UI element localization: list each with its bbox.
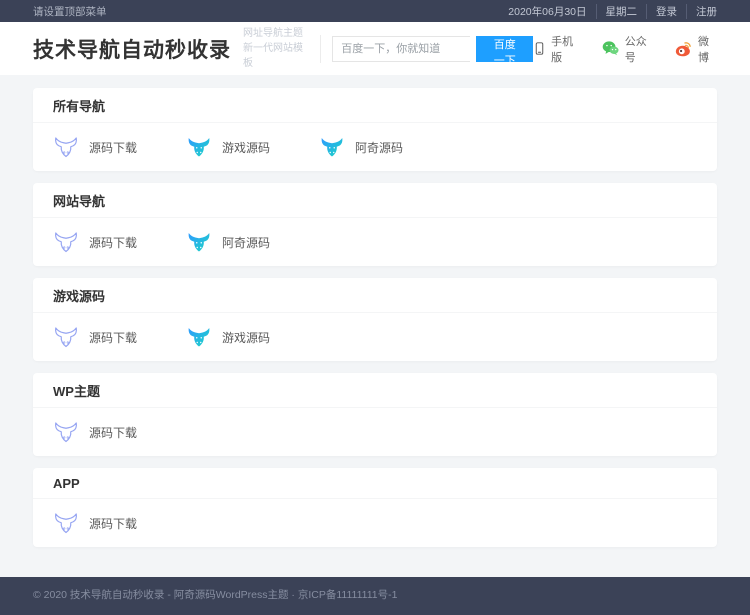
nav-item[interactable]: 阿奇源码 <box>319 133 452 161</box>
wechat-label: 公众号 <box>625 33 654 65</box>
nav-item[interactable]: 源码下载 <box>53 323 186 351</box>
section-title: 游戏源码 <box>33 278 717 313</box>
section-title: APP <box>33 468 717 499</box>
nav-item[interactable]: 源码下载 <box>53 133 186 161</box>
nav-section: 网站导航 源码下载 阿奇源码 <box>33 183 717 266</box>
nav-item-label: 源码下载 <box>89 234 137 251</box>
site-title: 技术导航自动秒收录 <box>33 34 231 64</box>
nav-item[interactable]: 源码下载 <box>53 509 186 537</box>
mobile-phone-icon <box>533 40 546 57</box>
bull-outline-icon <box>53 135 79 159</box>
nav-section: APP 源码下载 <box>33 468 717 547</box>
bull-outline-icon <box>53 325 79 349</box>
bull-outline-icon <box>53 420 79 444</box>
nav-item-label: 源码下载 <box>89 139 137 156</box>
bull-outline-icon <box>53 230 79 254</box>
bull-outline-icon <box>53 511 79 535</box>
nav-item[interactable]: 游戏源码 <box>186 133 319 161</box>
weibo-link[interactable]: 微博 <box>674 33 717 65</box>
vertical-divider <box>320 35 321 63</box>
search-box: 百度一下 <box>332 36 533 62</box>
slogan-line1: 网址导航主题 <box>243 26 309 41</box>
nav-item[interactable]: 阿奇源码 <box>186 228 319 256</box>
login-link[interactable]: 登录 <box>646 4 686 19</box>
section-items: 源码下载 游戏源码 阿奇源码 <box>33 123 717 171</box>
nav-item-label: 源码下载 <box>89 424 137 441</box>
nav-item-label: 阿奇源码 <box>222 234 270 251</box>
site-footer: © 2020 技术导航自动秒收录 - 阿奇源码WordPress主题 · 京IC… <box>0 577 750 615</box>
date-label: 2020年06月30日 <box>499 4 595 19</box>
weibo-icon <box>674 40 693 57</box>
site-slogan: 网址导航主题 新一代网站模板 <box>243 26 309 71</box>
search-button[interactable]: 百度一下 <box>476 36 533 62</box>
nav-item-label: 源码下载 <box>89 329 137 346</box>
mobile-version-label: 手机版 <box>551 33 581 65</box>
nav-item[interactable]: 源码下载 <box>53 228 186 256</box>
section-items: 源码下载 游戏源码 <box>33 313 717 361</box>
search-input[interactable] <box>332 36 470 62</box>
nav-item[interactable]: 源码下载 <box>53 418 186 446</box>
nav-item-label: 游戏源码 <box>222 329 270 346</box>
section-title: WP主题 <box>33 373 717 408</box>
slogan-line2: 新一代网站模板 <box>243 41 309 71</box>
section-items: 源码下载 <box>33 408 717 456</box>
bull-filled-icon <box>319 135 345 159</box>
nav-section: 所有导航 源码下载 游戏源码 阿奇源码 <box>33 88 717 171</box>
nav-item-label: 阿奇源码 <box>355 139 403 156</box>
copyright-text: © 2020 技术导航自动秒收录 - 阿奇源码WordPress主题 · 京IC… <box>33 589 397 601</box>
mobile-version-link[interactable]: 手机版 <box>533 33 581 65</box>
register-link[interactable]: 注册 <box>686 4 717 19</box>
section-title: 网站导航 <box>33 183 717 218</box>
section-items: 源码下载 阿奇源码 <box>33 218 717 266</box>
nav-item[interactable]: 游戏源码 <box>186 323 319 351</box>
bull-filled-icon <box>186 135 212 159</box>
nav-item-label: 源码下载 <box>89 515 137 532</box>
bull-filled-icon <box>186 325 212 349</box>
weekday-label: 星期二 <box>596 4 647 19</box>
nav-section: WP主题 源码下载 <box>33 373 717 456</box>
site-header: 技术导航自动秒收录 网址导航主题 新一代网站模板 百度一下 手机版 公众号 <box>0 22 750 75</box>
weibo-label: 微博 <box>698 33 717 65</box>
wechat-icon <box>601 40 620 57</box>
section-items: 源码下载 <box>33 499 717 547</box>
header-right: 手机版 公众号 微博 <box>533 33 717 65</box>
nav-item-label: 游戏源码 <box>222 139 270 156</box>
wechat-official-link[interactable]: 公众号 <box>601 33 654 65</box>
section-title: 所有导航 <box>33 88 717 123</box>
topbar-right: 2020年06月30日 星期二 登录 注册 <box>499 4 717 19</box>
topbar: 请设置顶部菜单 2020年06月30日 星期二 登录 注册 <box>0 0 750 22</box>
topbar-menu-hint: 请设置顶部菜单 <box>33 4 107 19</box>
bull-filled-icon <box>186 230 212 254</box>
nav-section: 游戏源码 源码下载 游戏源码 <box>33 278 717 361</box>
main-content: 所有导航 源码下载 游戏源码 阿奇源码 网站导航 源码下载 阿奇源码 游戏源码 … <box>33 75 717 577</box>
